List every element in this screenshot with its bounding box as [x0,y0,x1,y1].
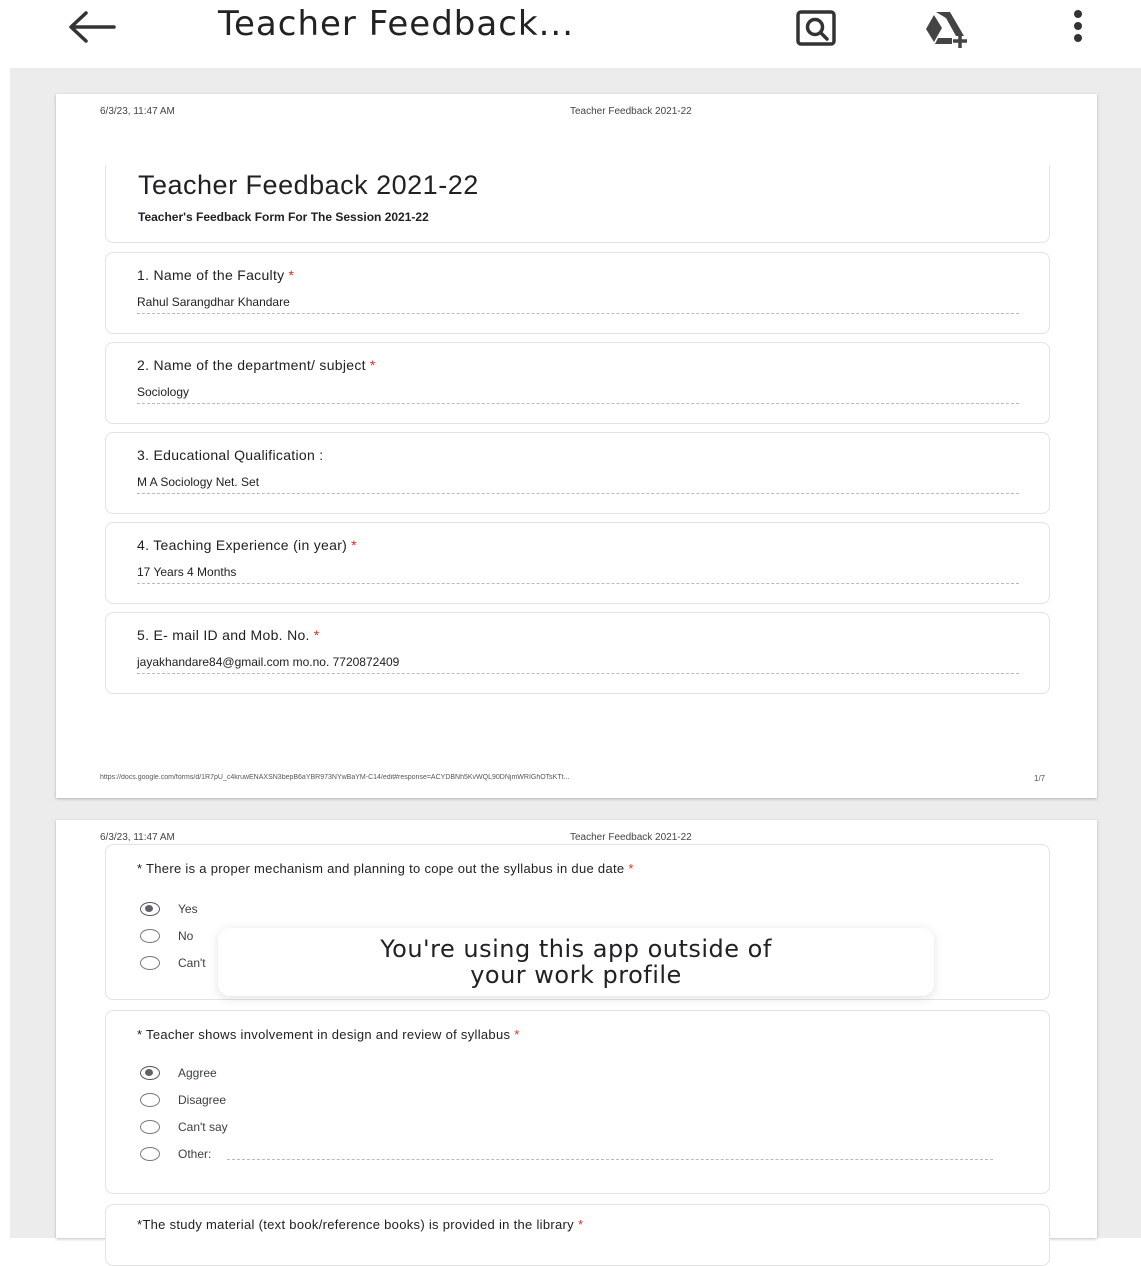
question-text: 4. Teaching Experience (in year) [137,537,348,553]
option-label: Disagree [178,1093,227,1107]
answer-text: 17 Years 4 Months [137,565,1019,584]
answer-text: Sociology [137,385,1019,404]
option-label: Can't [178,956,206,970]
work-profile-toast: You're using this app outside of your wo… [218,928,934,996]
radio-option[interactable]: Aggree [140,1063,217,1083]
answer-text: jayakhandare84@gmail.com mo.no. 77208724… [137,655,1019,674]
required-asterisk: * [577,1217,584,1232]
form-title-card: Teacher Feedback 2021-22 Teacher's Feedb… [105,166,1050,243]
app-title: Teacher Feedback... [218,4,575,44]
question-label: *The study material (text book/reference… [137,1217,583,1232]
option-label: No [178,929,194,943]
radio-option[interactable]: Yes [140,899,198,919]
toast-line-2: your work profile [470,961,682,989]
answer-text: Rahul Sarangdhar Khandare [137,295,1019,314]
add-to-drive-icon[interactable] [920,8,970,48]
page-number: 1/7 [1034,774,1046,783]
app-bar: Teacher Feedback... [0,0,1141,62]
question-text: *The study material (text book/reference… [137,1217,574,1232]
question-label: * There is a proper mechanism and planni… [137,861,634,876]
required-asterisk: * [628,861,634,876]
required-asterisk: * [369,357,376,373]
pdf-page-2: 6/3/23, 11:47 AM Teacher Feedback 2021-2… [56,820,1097,1266]
required-asterisk: * [288,267,295,283]
question-card-4: 4. Teaching Experience (in year) * 17 Yea… [105,522,1050,604]
question-card-8: *The study material (text book/reference… [105,1204,1050,1266]
question-label: 1. Name of the Faculty * [137,267,294,283]
radio-option[interactable]: Can't [140,953,206,973]
radio-unselected-icon[interactable] [140,1093,160,1107]
page-timestamp: 6/3/23, 11:47 AM [100,106,175,117]
question-label: 3. Educational Qualification : [137,447,327,463]
radio-selected-icon[interactable] [140,902,160,916]
form-title: Teacher Feedback 2021-22 [138,170,479,200]
radio-option[interactable]: No [140,926,193,946]
search-document-icon[interactable] [792,8,842,48]
question-card-1: 1. Name of the Faculty * Rahul Sarangdhar… [105,252,1050,334]
answer-text: M A Sociology Net. Set [137,475,1019,494]
page-timestamp: 6/3/23, 11:47 AM [100,832,175,843]
question-label: * Teacher shows involvement in design an… [137,1027,520,1042]
question-label: 5. E- mail ID and Mob. No. * [137,627,320,643]
question-label: 2. Name of the department/ subject * [137,357,376,373]
radio-option-other[interactable]: Other: [140,1144,994,1164]
question-card-7: * Teacher shows involvement in design an… [105,1010,1050,1194]
radio-unselected-icon[interactable] [140,929,160,943]
page-footer-url: https://docs.google.com/forms/d/1R7pU_c4… [100,774,570,781]
radio-unselected-icon[interactable] [140,1120,160,1134]
back-arrow-icon[interactable] [66,10,118,44]
question-label: 4. Teaching Experience (in year) * [137,537,357,553]
other-text-field[interactable] [227,1149,994,1160]
question-text: 5. E- mail ID and Mob. No. [137,627,310,643]
option-label: Yes [178,902,198,916]
question-text: * There is a proper mechanism and planni… [137,861,625,876]
radio-unselected-icon[interactable] [140,1147,160,1161]
question-text: 2. Name of the department/ subject [137,357,366,373]
page-header-title: Teacher Feedback 2021-22 [570,832,692,843]
question-text: * Teacher shows involvement in design an… [137,1027,511,1042]
radio-selected-icon[interactable] [140,1066,160,1080]
more-vert-icon[interactable] [1054,8,1098,48]
radio-option[interactable]: Disagree [140,1090,226,1110]
toast-line-1: You're using this app outside of [380,935,772,963]
page-header-title: Teacher Feedback 2021-22 [570,106,692,117]
option-label: Aggree [178,1066,217,1080]
question-text: 1. Name of the Faculty [137,267,285,283]
required-asterisk: * [351,537,357,553]
form-description: Teacher's Feedback Form For The Session … [138,210,429,224]
question-card-2: 2. Name of the department/ subject * Soci… [105,342,1050,424]
question-card-5: 5. E- mail ID and Mob. No. * jayakhandare… [105,612,1050,694]
radio-option[interactable]: Can't say [140,1117,228,1137]
required-asterisk: * [313,627,320,643]
pdf-page-1: 6/3/23, 11:47 AM Teacher Feedback 2021-2… [56,94,1097,798]
option-label: Can't say [178,1120,228,1134]
question-text: 3. Educational Qualification : [137,447,324,463]
radio-unselected-icon[interactable] [140,956,160,970]
required-asterisk: * [514,1027,520,1042]
question-card-3: 3. Educational Qualification : M A Socio… [105,432,1050,514]
option-label: Other: [178,1147,212,1161]
